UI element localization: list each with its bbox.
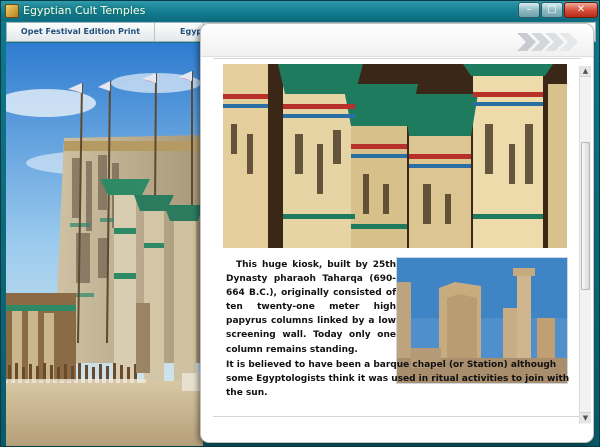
scroll-up-arrow-icon[interactable]: ▲ <box>580 66 591 77</box>
maximize-button[interactable]: □ <box>541 2 563 18</box>
columns-illustration <box>223 64 567 248</box>
temple-pylon-scene <box>6 43 203 446</box>
window-title: Egyptian Cult Temples <box>23 4 146 17</box>
tab-opet-festival[interactable]: Opet Festival Edition Print <box>7 23 155 41</box>
close-button[interactable]: ✕ <box>564 2 598 18</box>
panel-header <box>201 24 593 57</box>
hypostyle-columns-photo <box>223 64 567 248</box>
content-panel: This huge kiosk, built by 25th Dynasty p… <box>200 23 594 443</box>
tab-egyp[interactable]: Egyp <box>156 23 204 41</box>
description-paragraph-2: It is believed to have been a barque cha… <box>226 358 571 400</box>
scroll-down-arrow-icon[interactable]: ▼ <box>580 412 591 423</box>
scroll-thumb[interactable] <box>581 142 590 290</box>
minimize-button[interactable]: – <box>518 2 540 18</box>
paragraph-1-text: This huge kiosk, built by 25th Dynasty p… <box>226 260 396 355</box>
application-window: Egyptian Cult Temples – □ ✕ Opet Festiva… <box>0 0 600 447</box>
bottom-divider <box>213 416 581 417</box>
vertical-scrollbar[interactable]: ▲ ▼ <box>579 66 591 424</box>
temple-app-icon <box>5 4 19 18</box>
paragraph-2-text: It is believed to have been a barque cha… <box>226 360 570 399</box>
next-chevrons-icon[interactable] <box>517 33 579 51</box>
description-paragraph-1: This huge kiosk, built by 25th Dynasty p… <box>226 258 396 357</box>
top-divider <box>213 58 581 59</box>
title-bar[interactable]: Egyptian Cult Temples – □ ✕ <box>1 1 599 21</box>
temple-scene-illustration <box>6 43 203 446</box>
